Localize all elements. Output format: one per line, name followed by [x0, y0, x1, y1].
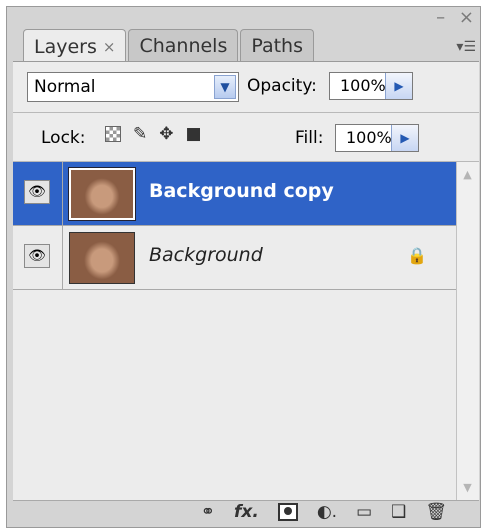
lock-all-icon[interactable]: ■	[186, 124, 202, 144]
layers-panel: – × ▾☰ Layers × Channels Paths Normal ▼ …	[6, 6, 481, 528]
mask-icon[interactable]	[277, 503, 298, 521]
layer-name: Background	[149, 244, 263, 266]
blend-mode-value: Normal	[34, 77, 96, 97]
lock-icons: ✎ ✥ ■	[105, 124, 202, 144]
eye-icon[interactable]: 👁	[24, 180, 50, 204]
scroll-down-icon[interactable]: ▼	[459, 479, 476, 496]
lock-transparent-icon[interactable]	[105, 126, 121, 142]
layer-thumbnail	[69, 232, 135, 284]
lock-label: Lock:	[41, 128, 86, 148]
lock-pixels-icon[interactable]: ✎	[133, 124, 147, 144]
tab-label: Channels	[139, 35, 228, 57]
lock-position-icon[interactable]: ✥	[159, 124, 173, 144]
fill-slider-arrow-icon[interactable]: ▶	[391, 125, 418, 151]
tab-label: Layers	[34, 36, 97, 58]
layer-thumbnail	[68, 167, 136, 221]
scroll-up-icon[interactable]: ▲	[459, 166, 476, 183]
layers-toolbar: ⚭ fx. ◐. ▭ ❑ 🗑	[13, 500, 479, 525]
tab-bar: Layers × Channels Paths	[23, 29, 316, 64]
eye-icon[interactable]: 👁	[24, 244, 50, 268]
fill-value: 100%	[346, 128, 392, 147]
opacity-label: Opacity:	[247, 76, 317, 96]
blend-mode-select[interactable]: Normal ▼	[27, 72, 239, 102]
panel-content: Normal ▼ Opacity: 100% ▶ Lock: ✎ ✥ ■ Fil…	[13, 61, 479, 525]
tab-label: Paths	[251, 35, 303, 57]
link-icon[interactable]: ⚭	[201, 502, 215, 522]
panel-menu-icon[interactable]: ▾☰	[456, 39, 476, 55]
fx-icon[interactable]: fx.	[234, 502, 259, 522]
window-controls: – ×	[428, 7, 474, 28]
opacity-slider-arrow-icon[interactable]: ▶	[385, 73, 412, 99]
adjustment-icon[interactable]: ◐.	[317, 502, 337, 522]
tab-channels[interactable]: Channels	[128, 29, 239, 62]
layer-name: Background copy	[149, 180, 334, 202]
new-layer-icon[interactable]: ❑	[391, 502, 406, 522]
fill-label: Fill:	[295, 128, 324, 148]
chevron-down-icon[interactable]: ▼	[214, 75, 236, 99]
divider	[13, 112, 479, 113]
layers-list: 👁 Background copy 👁 Background 🔒	[13, 162, 457, 500]
tab-layers[interactable]: Layers ×	[23, 29, 127, 64]
minimize-icon[interactable]: –	[436, 7, 445, 28]
opacity-value: 100%	[340, 76, 386, 95]
layer-row-background-copy[interactable]: 👁 Background copy	[13, 162, 457, 226]
opacity-field[interactable]: 100% ▶	[329, 72, 413, 100]
visibility-cell: 👁	[13, 226, 63, 289]
fill-field[interactable]: 100% ▶	[335, 124, 419, 152]
tab-paths[interactable]: Paths	[240, 29, 314, 62]
trash-icon[interactable]: 🗑	[425, 502, 447, 522]
visibility-cell: 👁	[13, 162, 63, 225]
folder-icon[interactable]: ▭	[356, 502, 372, 522]
close-tab-icon[interactable]: ×	[103, 30, 116, 64]
layer-row-background[interactable]: 👁 Background 🔒	[13, 226, 457, 290]
close-icon[interactable]: ×	[459, 7, 474, 28]
vertical-scrollbar[interactable]: ▲ ▼	[456, 162, 479, 500]
padlock-icon: 🔒	[407, 246, 427, 265]
toolbar-buttons: ⚭ fx. ◐. ▭ ❑ 🗑	[201, 502, 447, 522]
